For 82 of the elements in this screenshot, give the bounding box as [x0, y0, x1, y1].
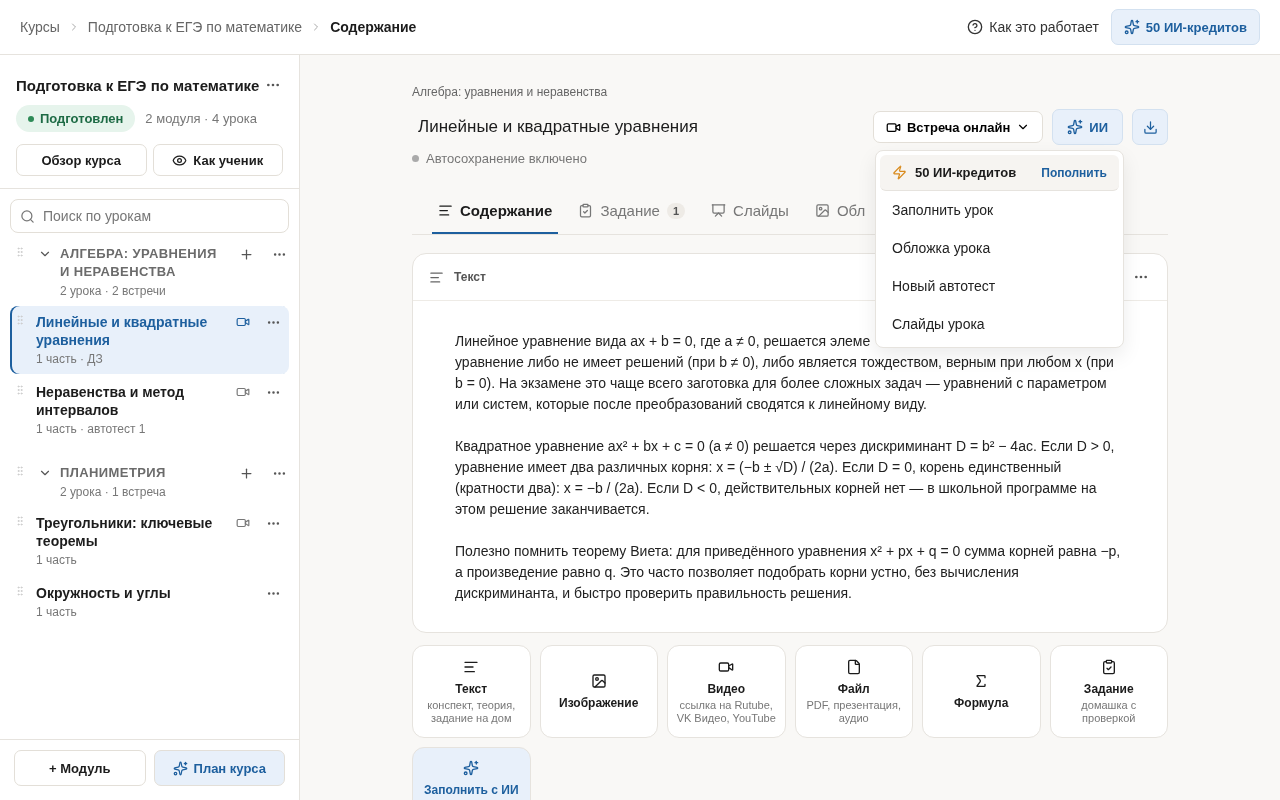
presentation-icon [711, 203, 727, 218]
meeting-button[interactable]: Встреча онлайн [872, 111, 1044, 143]
add-block-button[interactable]: Задание домашка с проверкой [1049, 645, 1168, 738]
search-icon [20, 209, 35, 224]
breadcrumb-link[interactable]: Курсы [20, 19, 60, 35]
sparkles-icon [1067, 119, 1084, 135]
module-title: ПЛАНИМЕТРИЯ [60, 464, 167, 482]
download-icon [1142, 119, 1158, 135]
lesson-item[interactable]: Линейные и квадратные уравнения 1 часть · ДЗ [10, 306, 289, 374]
paragraph: Полезно помнить теорему Виета: для приведённого уравнения x² + px + q = 0 сумма корней равна −p, а произведение равно q. Это часто позволяет подобрать корни устно, без вычисления дискриминанта, и быстро проверить правильность решения. [455, 542, 1122, 603]
credits-button[interactable]: 50 ИИ-кредитов [1110, 9, 1260, 45]
add-block-button[interactable]: Видео ссылка на Rutube, VK Видео, YouTube [667, 645, 786, 738]
sparkles-icon [463, 760, 480, 776]
help-icon [967, 19, 984, 35]
add-block-button[interactable]: Заполнить с ИИ [412, 747, 531, 800]
menu-item[interactable]: Обложка урока [880, 229, 1119, 267]
tab[interactable]: Содержание [432, 188, 559, 234]
download-button[interactable] [1132, 109, 1168, 145]
lesson-title: Линейные и квадратные уравнения [36, 313, 209, 349]
drag-handle-icon[interactable] [14, 465, 26, 477]
lesson-title: Окружность и углы [36, 584, 172, 602]
help-link[interactable]: Как это работает [967, 11, 1099, 43]
autosave-status: Автосохранение включено [426, 151, 587, 166]
clipboard-check-icon [578, 203, 594, 218]
drag-handle-icon[interactable] [14, 384, 26, 396]
sparkles-icon [172, 760, 188, 776]
footer-button[interactable]: План курса [153, 750, 285, 786]
add-block-button[interactable]: Текст конспект, теория, задание на дом [412, 645, 531, 738]
eye-icon [172, 152, 188, 168]
paragraph-line: Линейное уравнение вида ax + b = 0, где a ≠ 0, решается элеме [455, 332, 872, 351]
paragraph: уравнение либо не имеет решений (при b ≠ 0), либо является тождеством, верным при любом x (при b = 0). На экзамене это чаще всего заготовка для более сложных задач — уравнений с параметром или систем, которые после преобразований сводятся к линейному виду. [455, 353, 1115, 414]
lesson-title: Треугольники: ключевые теоремы [36, 514, 214, 550]
block-title: Текст [454, 270, 487, 284]
image-icon [814, 203, 830, 218]
lesson-item[interactable]: Неравенства и метод интервалов 1 часть · автотест 1 [10, 376, 289, 444]
clipboard-check-icon [1100, 658, 1117, 675]
add-block-button[interactable]: Изображение [539, 645, 658, 738]
lesson-title-field[interactable]: Линейные и квадратные уравнения [412, 113, 832, 141]
search-field[interactable]: Поиск по урокам [10, 199, 289, 233]
count-badge: 1 [666, 202, 686, 219]
paragraph: Квадратное уравнение ax² + bx + c = 0 (a ≠ 0) решается через дискриминант D = b² − 4ac. Если D > 0, уравнение имеет два различных корня: x = (−b ± √D) / (2a). Если D = 0, корень единственный (кратности два): x = −b / (2a). Если D < 0, действительных корней нет — в школьной программе на этом решение заканчивается. [455, 437, 1116, 519]
lightning-icon [892, 165, 907, 180]
course-stats: 2 модуля · 4 урока [145, 111, 257, 126]
status-badge: Подготовлен [16, 105, 136, 132]
lesson-meta: 1 часть [36, 605, 78, 619]
add-block-button[interactable]: Формула [922, 645, 1041, 738]
top-up-link[interactable]: Пополнить [1041, 165, 1107, 180]
module-meta: 2 урока · 1 встреча [60, 485, 167, 499]
lines-icon [429, 269, 444, 285]
menu-item[interactable]: Заполнить урок [880, 191, 1119, 229]
lesson-meta: 1 часть · ДЗ [36, 352, 104, 366]
menu-item[interactable]: Слайды урока [880, 305, 1119, 343]
sparkles-icon [1123, 19, 1140, 35]
section-label: Алгебра: уравнения и неравенства [412, 85, 609, 99]
module-meta: 2 урока · 2 встречи [60, 284, 167, 298]
lines-icon [438, 203, 453, 218]
drag-handle-icon[interactable] [14, 585, 26, 597]
course-title: Подготовка к ЕГЭ по математике [16, 76, 260, 94]
tab[interactable]: Задание 1 [572, 188, 692, 234]
lesson-item[interactable]: Треугольники: ключевые теоремы 1 часть [10, 507, 289, 575]
image-icon [590, 673, 607, 689]
lesson-meta: 1 часть · автотест 1 [36, 422, 147, 436]
lesson-meta: 1 часть [36, 553, 78, 567]
drag-handle-icon[interactable] [14, 314, 26, 326]
file-icon [845, 658, 862, 675]
menu-item[interactable]: Новый автотест [880, 267, 1119, 305]
module-title: АЛГЕБРА: УРАВНЕНИЯ И НЕРАВЕНСТВА [60, 245, 218, 281]
footer-button[interactable]: + Модуль [14, 750, 146, 786]
status-dot [412, 155, 419, 162]
drag-handle-icon[interactable] [14, 515, 26, 527]
add-block-button[interactable]: Файл PDF, презентация, аудио [794, 645, 913, 738]
menu-credits: 50 ИИ-кредитов [915, 165, 1018, 180]
course-button[interactable]: Как ученик [152, 144, 283, 176]
lesson-title: Неравенства и метод интервалов [36, 383, 186, 419]
breadcrumb-link[interactable]: Подготовка к ЕГЭ по математике [87, 19, 303, 35]
course-button[interactable]: Обзор курса [16, 144, 147, 176]
tab[interactable]: Слайды [705, 188, 795, 234]
drag-handle-icon[interactable] [14, 246, 26, 258]
tab[interactable]: Обл [808, 188, 872, 234]
lesson-item[interactable]: Окружность и углы 1 часть [10, 577, 289, 627]
ai-button[interactable]: ИИ [1052, 109, 1123, 145]
breadcrumb-link[interactable]: Содержание [330, 19, 417, 35]
